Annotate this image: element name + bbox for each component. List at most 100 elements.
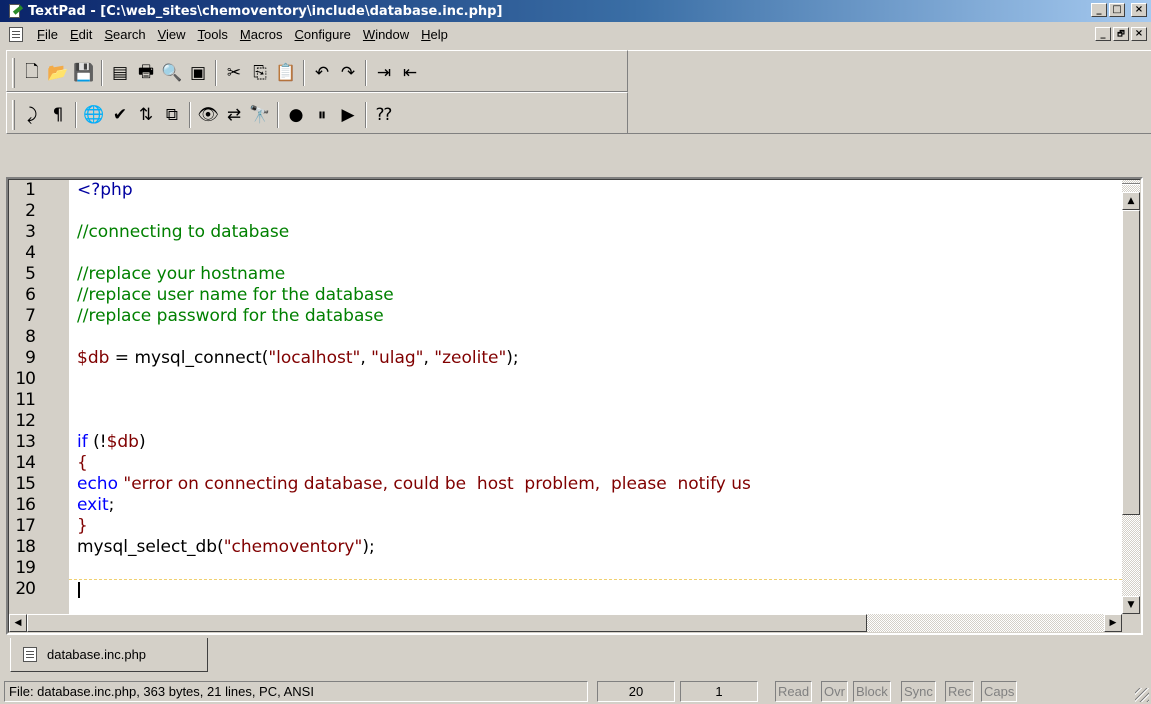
sort-icon[interactable]: ⇅ <box>133 102 159 128</box>
context-help-icon[interactable]: ⁇ <box>371 102 397 128</box>
print-preview-icon[interactable]: 🔍 <box>159 60 185 86</box>
replace-icon[interactable]: ⇄ <box>221 102 247 128</box>
code-token: { <box>77 453 88 473</box>
code-token: echo <box>77 474 118 494</box>
search-toolbar: ⤸ ¶ 🌐 ✔ ⇅ ⧉ 👁 ⇄ 🔭 ● ⏸ ▶ ⁇ <box>10 96 622 134</box>
close-button[interactable]: × <box>1131 3 1147 17</box>
toolbar-grip[interactable] <box>12 100 15 130</box>
pause-macro-icon[interactable]: ⏸ <box>309 102 335 128</box>
title-bar: TextPad - [C:\web_sites\chemoventory\inc… <box>0 0 1151 22</box>
document-system-menu-icon[interactable] <box>9 27 23 42</box>
paste-icon[interactable]: 📋 <box>273 60 299 86</box>
cut-icon[interactable]: ✂ <box>221 60 247 86</box>
doc-minimize-button[interactable]: _ <box>1095 27 1111 41</box>
resize-grip[interactable] <box>1135 688 1149 702</box>
code-token: <?php <box>77 180 133 200</box>
line-number-label: 10 <box>15 369 36 389</box>
line-number-label: 17 <box>15 516 36 536</box>
manage-files-icon[interactable]: ▤ <box>107 60 133 86</box>
code-area[interactable]: <?php //connecting to database //replace y… <box>69 180 1122 614</box>
scroll-down-button[interactable]: ▼ <box>1122 596 1140 614</box>
scroll-right-button[interactable]: ▶ <box>1104 614 1122 632</box>
line-number-label: 5 <box>25 264 36 284</box>
undo-icon[interactable]: ↶ <box>309 60 335 86</box>
menu-macros[interactable]: Macros <box>234 27 289 42</box>
code-token: "error on connecting database, could be … <box>117 474 751 494</box>
standard-toolbar: 🗋 📂 💾 ▤ 🖶 🔍 ▣ ✂ ⎘ 📋 ↶ ↷ ⇥ ⇤ <box>10 54 622 92</box>
line-number-label: 7 <box>25 306 36 326</box>
toolbar-grip[interactable] <box>12 58 15 88</box>
editor-pane[interactable]: 1 2 3 4 5 6 7 8 9 10 11 12 13 14 15 16 17 18 19 20 <?php//c… <box>6 177 1143 635</box>
compare-files-icon[interactable]: ⧉ <box>159 102 185 128</box>
document-icon <box>23 647 37 662</box>
code-token: "localhost" <box>268 348 361 368</box>
menu-view[interactable]: View <box>152 27 192 42</box>
line-number[interactable]: 20 <box>597 681 675 702</box>
maximize-button[interactable]: □ <box>1109 3 1125 17</box>
document-properties-icon[interactable]: ▣ <box>185 60 211 86</box>
window-title: TextPad - [C:\web_sites\chemoventory\inc… <box>28 3 503 19</box>
menu-edit[interactable]: Edit <box>64 27 98 42</box>
line-number-label: 9 <box>25 348 36 368</box>
menu-tools[interactable]: Tools <box>192 27 234 42</box>
doc-restore-button[interactable]: 🗗 <box>1113 27 1129 41</box>
copy-icon[interactable]: ⎘ <box>247 60 273 86</box>
code-token: mysql_select_db( <box>77 537 224 557</box>
line-number-label: 19 <box>15 558 36 578</box>
horizontal-scroll-thumb[interactable] <box>27 614 867 632</box>
scrollbar-corner <box>1122 614 1140 632</box>
scroll-left-button[interactable]: ◀ <box>9 614 27 632</box>
indicator-sync: Sync <box>901 681 936 702</box>
indicator-read: Read <box>775 681 813 702</box>
visible-spaces-icon[interactable]: ¶ <box>45 102 71 128</box>
code-token: //replace user name for the database <box>77 285 394 305</box>
vertical-scroll-thumb[interactable] <box>1122 210 1140 515</box>
indent-icon[interactable]: ⇥ <box>371 60 397 86</box>
line-number-label: 12 <box>15 411 36 431</box>
open-folder-icon[interactable]: 📂 <box>45 60 71 86</box>
horizontal-scrollbar[interactable]: ◀ ▶ <box>9 614 1122 632</box>
code-token: , <box>360 348 372 368</box>
spelling-icon[interactable]: ✔ <box>107 102 133 128</box>
word-wrap-icon[interactable]: ⤸ <box>19 102 45 128</box>
code-token: (! <box>87 432 107 452</box>
scroll-up-button[interactable]: ▲ <box>1122 192 1140 210</box>
current-line-highlight <box>69 579 1122 580</box>
tab-database-inc-php[interactable]: database.inc.php <box>10 638 208 672</box>
menu-file[interactable]: File <box>31 27 64 42</box>
code-token: exit <box>77 495 109 515</box>
web-browser-icon[interactable]: 🌐 <box>81 102 107 128</box>
line-number-label: 2 <box>25 201 36 221</box>
find-icon[interactable]: 👁 <box>195 102 221 128</box>
new-file-icon[interactable]: 🗋 <box>19 60 45 86</box>
code-token: ; <box>108 495 115 515</box>
toolbar-area: 🗋 📂 💾 ▤ 🖶 🔍 ▣ ✂ ⎘ 📋 ↶ ↷ ⇥ ⇤ ⤸ ¶ 🌐 ✔ ⇅ ⧉ 👁 ⇄ 🔭 ● ⏸ ▶ ⁇ <box>0 46 1151 176</box>
toolbar-separator <box>303 60 305 86</box>
vertical-scrollbar[interactable]: ▲ ▼ <box>1122 180 1140 614</box>
code-token: //replace your hostname <box>77 264 286 284</box>
code-token: //replace password for the database <box>77 306 384 326</box>
textpad-app-icon[interactable] <box>7 3 24 19</box>
code-token: $db <box>106 432 139 452</box>
menu-configure[interactable]: Configure <box>289 27 357 42</box>
save-icon[interactable]: 💾 <box>71 60 97 86</box>
redo-icon[interactable]: ↷ <box>335 60 361 86</box>
code-token: ); <box>362 537 375 557</box>
print-icon[interactable]: 🖶 <box>133 60 159 86</box>
menu-window[interactable]: Window <box>357 27 415 42</box>
menu-search[interactable]: Search <box>98 27 151 42</box>
record-macro-icon[interactable]: ● <box>283 102 309 128</box>
split-handle[interactable] <box>1122 183 1140 185</box>
play-macro-icon[interactable]: ▶ <box>335 102 361 128</box>
toolbar-separator <box>365 60 367 86</box>
column-number[interactable]: 1 <box>680 681 758 702</box>
menu-bar: File Edit Search View Tools Macros Configure Wi… <box>0 24 1151 45</box>
text-caret <box>78 582 80 598</box>
outdent-icon[interactable]: ⇤ <box>397 60 423 86</box>
minimize-button[interactable]: _ <box>1091 3 1107 17</box>
code-token: $db <box>77 348 110 368</box>
code-token: , <box>423 348 435 368</box>
menu-help[interactable]: Help <box>415 27 454 42</box>
doc-close-button[interactable]: × <box>1131 27 1147 41</box>
find-in-files-icon[interactable]: 🔭 <box>247 102 273 128</box>
